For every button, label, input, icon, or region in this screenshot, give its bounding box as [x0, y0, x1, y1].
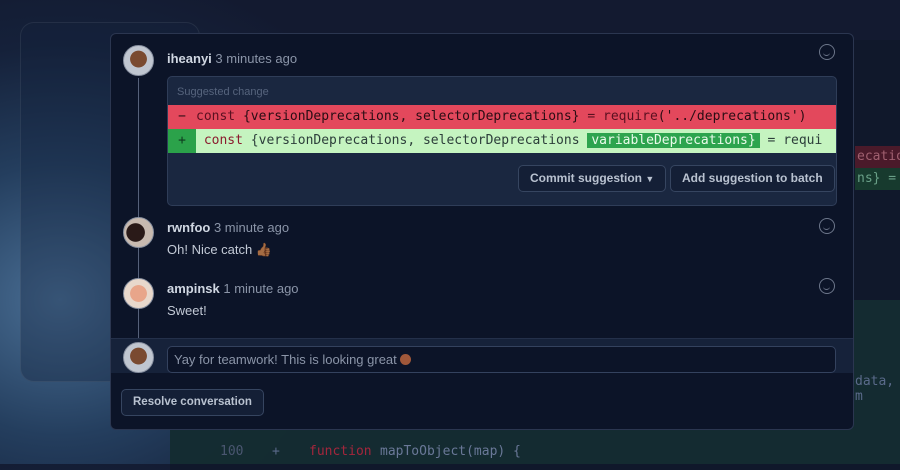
author[interactable]: rwnfoo: [167, 220, 210, 235]
review-thread-card: iheanyi 3 minutes ago Suggested change −…: [110, 33, 854, 430]
reply-text: Yay for teamwork! This is looking great: [174, 352, 397, 367]
bg-code-fragment: ns} =: [857, 171, 897, 186]
author[interactable]: iheanyi: [167, 51, 212, 66]
bg-code-fragment: data, m: [855, 374, 895, 404]
added-highlight: variableDeprecations}: [587, 133, 760, 148]
added-line: + const {versionDeprecations, selectorDe…: [168, 129, 836, 153]
timestamp[interactable]: 1 minute ago: [223, 281, 298, 296]
keyword: const: [203, 133, 243, 148]
comment-body: Oh! Nice catch 👍🏾: [167, 242, 273, 257]
button-label: Commit suggestion: [530, 171, 643, 185]
commit-suggestion-button[interactable]: Commit suggestion ▼: [518, 165, 667, 192]
bg-line-sign: +: [272, 444, 280, 459]
reply-area: Yay for teamwork! This is looking great: [111, 338, 853, 373]
author[interactable]: ampinsk: [167, 281, 220, 296]
avatar: [123, 278, 154, 309]
smiley-icon[interactable]: [819, 218, 835, 234]
minus-sign: −: [178, 109, 186, 124]
timestamp[interactable]: 3 minutes ago: [215, 51, 297, 66]
avatar: [123, 342, 154, 373]
code: = requi: [759, 133, 823, 148]
caret-down-icon: ▼: [645, 174, 655, 184]
keyword: const: [196, 109, 236, 124]
code: = require: [587, 109, 658, 124]
avatar: [123, 45, 154, 76]
reply-input[interactable]: Yay for teamwork! This is looking great: [167, 346, 836, 373]
plus-sign: +: [168, 129, 196, 153]
code: {versionDeprecations, selectorDeprecatio…: [235, 109, 588, 124]
bg-line-number: 100: [220, 444, 244, 459]
code: ('../deprecations'): [657, 109, 807, 124]
comment-header: ampinsk 1 minute ago: [167, 281, 299, 296]
code: {versionDeprecations, selectorDeprecatio…: [242, 133, 588, 148]
resolve-conversation-button[interactable]: Resolve conversation: [121, 389, 264, 416]
bg-keyword: function: [309, 444, 372, 459]
comment-header: rwnfoo 3 minute ago: [167, 220, 289, 235]
suggestion-title: Suggested change: [177, 86, 269, 98]
deleted-line: − const {versionDeprecations, selectorDep…: [168, 105, 836, 129]
smiley-icon[interactable]: [819, 278, 835, 294]
avatar: [123, 217, 154, 248]
timestamp[interactable]: 3 minute ago: [214, 220, 289, 235]
comment-header: iheanyi 3 minutes ago: [167, 51, 297, 66]
emoji-icon: [400, 354, 412, 365]
comment-body: Sweet!: [167, 303, 207, 318]
suggested-change: Suggested change − const {versionDeprecat…: [167, 76, 837, 206]
bg-code-fragment: ecatio: [857, 149, 900, 164]
add-to-batch-button[interactable]: Add suggestion to batch: [670, 165, 835, 192]
bg-code: mapToObject(map) {: [380, 444, 521, 459]
smiley-icon[interactable]: [819, 44, 835, 60]
